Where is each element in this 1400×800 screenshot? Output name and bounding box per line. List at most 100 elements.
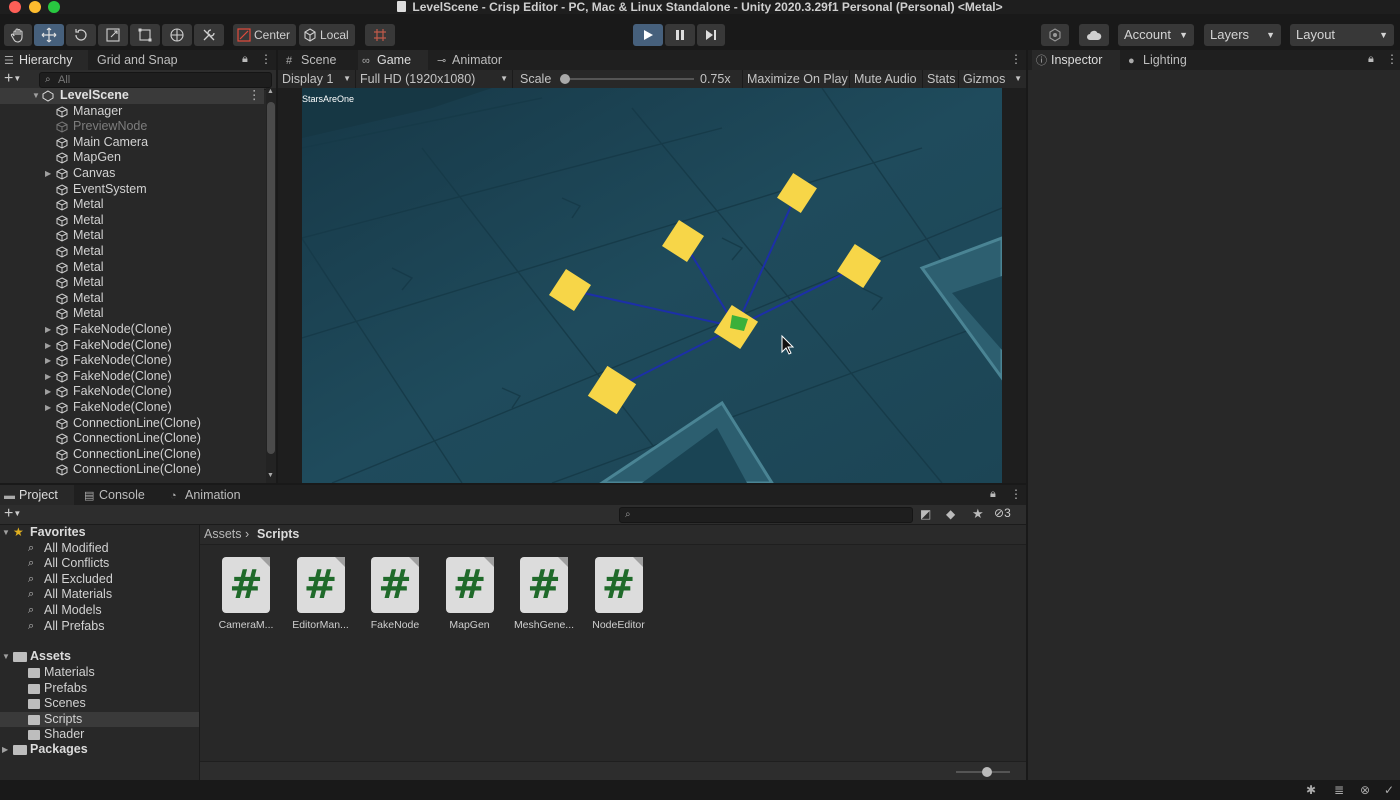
create-plus-icon[interactable]: +▼ bbox=[4, 505, 21, 523]
script-asset[interactable]: # MapGen bbox=[436, 557, 504, 631]
scale-slider-track[interactable] bbox=[560, 74, 694, 84]
scene-root-row[interactable]: ▼ LevelScene ⋮ bbox=[0, 88, 264, 104]
mute-audio-toggle[interactable]: Mute Audio bbox=[849, 70, 921, 88]
hierarchy-item[interactable]: Metal bbox=[0, 213, 264, 229]
collapse-arrow-icon[interactable]: ▶ bbox=[45, 400, 51, 416]
rect-tool-button[interactable] bbox=[130, 24, 160, 46]
move-tool-button[interactable] bbox=[34, 24, 64, 46]
breadcrumb-scripts[interactable]: Scripts bbox=[257, 525, 299, 543]
lock-icon[interactable]: 🔒︎ bbox=[242, 53, 248, 66]
hierarchy-item[interactable]: Metal bbox=[0, 197, 264, 213]
rotate-tool-button[interactable] bbox=[66, 24, 96, 46]
kebab-menu-icon[interactable]: ⋮ bbox=[1386, 52, 1398, 66]
hierarchy-item[interactable]: Metal bbox=[0, 260, 264, 276]
tab-hierarchy[interactable]: ☰ Hierarchy bbox=[0, 50, 88, 70]
filter-by-type-icon[interactable]: ◩ bbox=[920, 507, 931, 521]
hierarchy-scrollbar[interactable]: ▲ ▼ bbox=[266, 88, 276, 483]
script-asset[interactable]: # MeshGene... bbox=[510, 557, 578, 631]
collapse-arrow-icon[interactable]: ▶ bbox=[45, 384, 51, 400]
play-button[interactable] bbox=[633, 24, 663, 46]
filter-by-label-icon[interactable]: ◆ bbox=[946, 507, 955, 521]
hierarchy-item[interactable]: ▶ FakeNode(Clone) bbox=[0, 353, 264, 369]
create-plus-icon[interactable]: +▼ bbox=[4, 70, 21, 88]
settings-check-icon[interactable]: ✓ bbox=[1384, 783, 1394, 797]
tab-game[interactable]: ∞ Game bbox=[358, 50, 428, 70]
hierarchy-item[interactable]: ▶ FakeNode(Clone) bbox=[0, 338, 264, 354]
project-search-input[interactable]: ⌕ bbox=[619, 507, 913, 523]
tab-animation[interactable]: ◔ Animation bbox=[166, 485, 256, 505]
hidden-packages-toggle[interactable]: ⊘3 bbox=[994, 506, 1011, 520]
favorite-item[interactable]: ⌕ All Conflicts bbox=[0, 556, 199, 572]
stats-toggle[interactable]: Stats bbox=[922, 70, 960, 88]
collapse-arrow-icon[interactable]: ▶ bbox=[2, 742, 8, 758]
hierarchy-item[interactable]: Main Camera bbox=[0, 135, 264, 151]
hierarchy-item[interactable]: ▶ FakeNode(Clone) bbox=[0, 322, 264, 338]
expand-arrow-icon[interactable]: ▼ bbox=[2, 525, 10, 541]
favorite-item[interactable]: ⌕ All Modified bbox=[0, 541, 199, 557]
icon-size-slider-thumb[interactable] bbox=[982, 767, 992, 777]
icon-size-slider-track[interactable] bbox=[956, 767, 1010, 777]
maximize-on-play-toggle[interactable]: Maximize On Play bbox=[742, 70, 852, 88]
kebab-menu-icon[interactable]: ⋮ bbox=[1010, 52, 1022, 66]
lock-icon[interactable]: 🔒︎ bbox=[1368, 53, 1374, 66]
transform-tool-button[interactable] bbox=[162, 24, 192, 46]
hierarchy-item[interactable]: Metal bbox=[0, 275, 264, 291]
favorite-item[interactable]: ⌕ All Materials bbox=[0, 587, 199, 603]
hierarchy-item[interactable]: Metal bbox=[0, 228, 264, 244]
hierarchy-item[interactable]: ▶ FakeNode(Clone) bbox=[0, 400, 264, 416]
tab-project[interactable]: ▬ Project bbox=[0, 485, 74, 505]
display-dropdown[interactable]: Display 1 ▼ bbox=[278, 70, 356, 88]
hierarchy-item[interactable]: PreviewNode bbox=[0, 119, 264, 135]
asset-folder-item[interactable]: Scripts bbox=[0, 711, 199, 728]
packages-row[interactable]: ▶ Packages bbox=[0, 742, 199, 758]
asset-folder-item[interactable]: Prefabs bbox=[0, 681, 199, 697]
hierarchy-item[interactable]: Manager bbox=[0, 104, 264, 120]
collapse-arrow-icon[interactable]: ▶ bbox=[45, 353, 51, 369]
favorite-item[interactable]: ⌕ All Models bbox=[0, 603, 199, 619]
hierarchy-item[interactable]: Metal bbox=[0, 306, 264, 322]
hierarchy-item[interactable]: ConnectionLine(Clone) bbox=[0, 431, 264, 447]
cloud-button[interactable] bbox=[1079, 24, 1109, 46]
hierarchy-item[interactable]: ▶ FakeNode(Clone) bbox=[0, 384, 264, 400]
script-asset[interactable]: # EditorMan... bbox=[287, 557, 355, 631]
asset-folder-item[interactable]: Shader bbox=[0, 727, 199, 743]
collapse-arrow-icon[interactable]: ▶ bbox=[45, 338, 51, 354]
favorite-star-icon[interactable]: ★ bbox=[972, 506, 984, 522]
hand-tool-button[interactable] bbox=[4, 24, 32, 46]
tab-scene[interactable]: # Scene bbox=[282, 50, 356, 70]
expand-arrow-icon[interactable]: ▼ bbox=[32, 88, 40, 104]
step-button[interactable] bbox=[697, 24, 725, 46]
hierarchy-search-input[interactable]: ⌕ All bbox=[39, 72, 272, 88]
resolution-dropdown[interactable]: Full HD (1920x1080) ▼ bbox=[356, 70, 513, 88]
asset-folder-item[interactable]: Scenes bbox=[0, 696, 199, 712]
hierarchy-item[interactable]: ▶ Canvas bbox=[0, 166, 264, 182]
hierarchy-item[interactable]: Metal bbox=[0, 244, 264, 260]
hierarchy-item[interactable]: ConnectionLine(Clone) bbox=[0, 447, 264, 463]
pause-button[interactable] bbox=[665, 24, 695, 46]
tab-animator[interactable]: ⊸ Animator bbox=[433, 50, 523, 70]
collapse-arrow-icon[interactable]: ▶ bbox=[45, 369, 51, 385]
script-asset[interactable]: # NodeEditor bbox=[585, 557, 653, 631]
script-asset[interactable]: # FakeNode bbox=[361, 557, 429, 631]
hierarchy-item[interactable]: ConnectionLine(Clone) bbox=[0, 462, 264, 478]
hierarchy-item[interactable]: ▶ FakeNode(Clone) bbox=[0, 369, 264, 385]
progress-icon[interactable]: ⊗ bbox=[1360, 783, 1370, 797]
kebab-menu-icon[interactable]: ⋮ bbox=[260, 52, 272, 66]
custom-tool-button[interactable] bbox=[194, 24, 224, 46]
scroll-up-icon[interactable]: ▲ bbox=[267, 88, 274, 95]
scroll-down-icon[interactable]: ▼ bbox=[267, 472, 274, 479]
favorites-row[interactable]: ▼ ★ Favorites bbox=[0, 525, 199, 541]
gizmos-dropdown[interactable]: Gizmos ▼ bbox=[958, 70, 1026, 88]
pivot-space-toggle[interactable]: Local bbox=[299, 24, 355, 46]
expand-arrow-icon[interactable]: ▼ bbox=[2, 649, 10, 665]
hierarchy-item[interactable]: Metal bbox=[0, 291, 264, 307]
collab-button[interactable] bbox=[1041, 24, 1069, 46]
scrollbar-thumb[interactable] bbox=[267, 102, 275, 454]
project-splitter[interactable] bbox=[199, 525, 200, 780]
pivot-center-toggle[interactable]: Center bbox=[233, 24, 296, 46]
collapse-arrow-icon[interactable]: ▶ bbox=[45, 322, 51, 338]
assets-root-row[interactable]: ▼ Assets bbox=[0, 649, 199, 665]
breadcrumb-assets[interactable]: Assets bbox=[204, 525, 242, 543]
kebab-menu-icon[interactable]: ⋮ bbox=[248, 88, 261, 104]
asset-folder-item[interactable]: Materials bbox=[0, 665, 199, 681]
